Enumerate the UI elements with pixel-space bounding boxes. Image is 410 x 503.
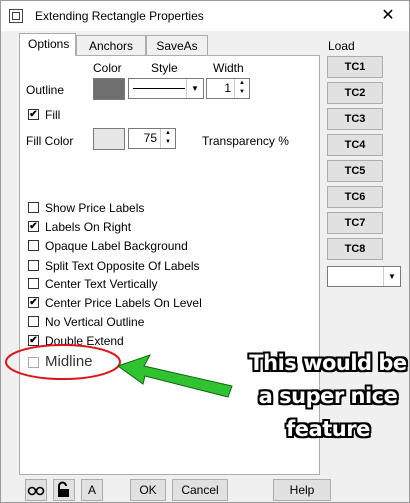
annotation-line-1: This would be	[249, 351, 407, 375]
green-arrow-icon	[116, 354, 233, 398]
tab-options[interactable]: Options	[19, 33, 76, 56]
annotation-line-3: feature	[286, 417, 370, 441]
highlight-circle	[5, 344, 121, 380]
annotation-line-2: a super nice	[258, 384, 398, 408]
annotation-text: This would be a super nice feature	[238, 347, 410, 446]
